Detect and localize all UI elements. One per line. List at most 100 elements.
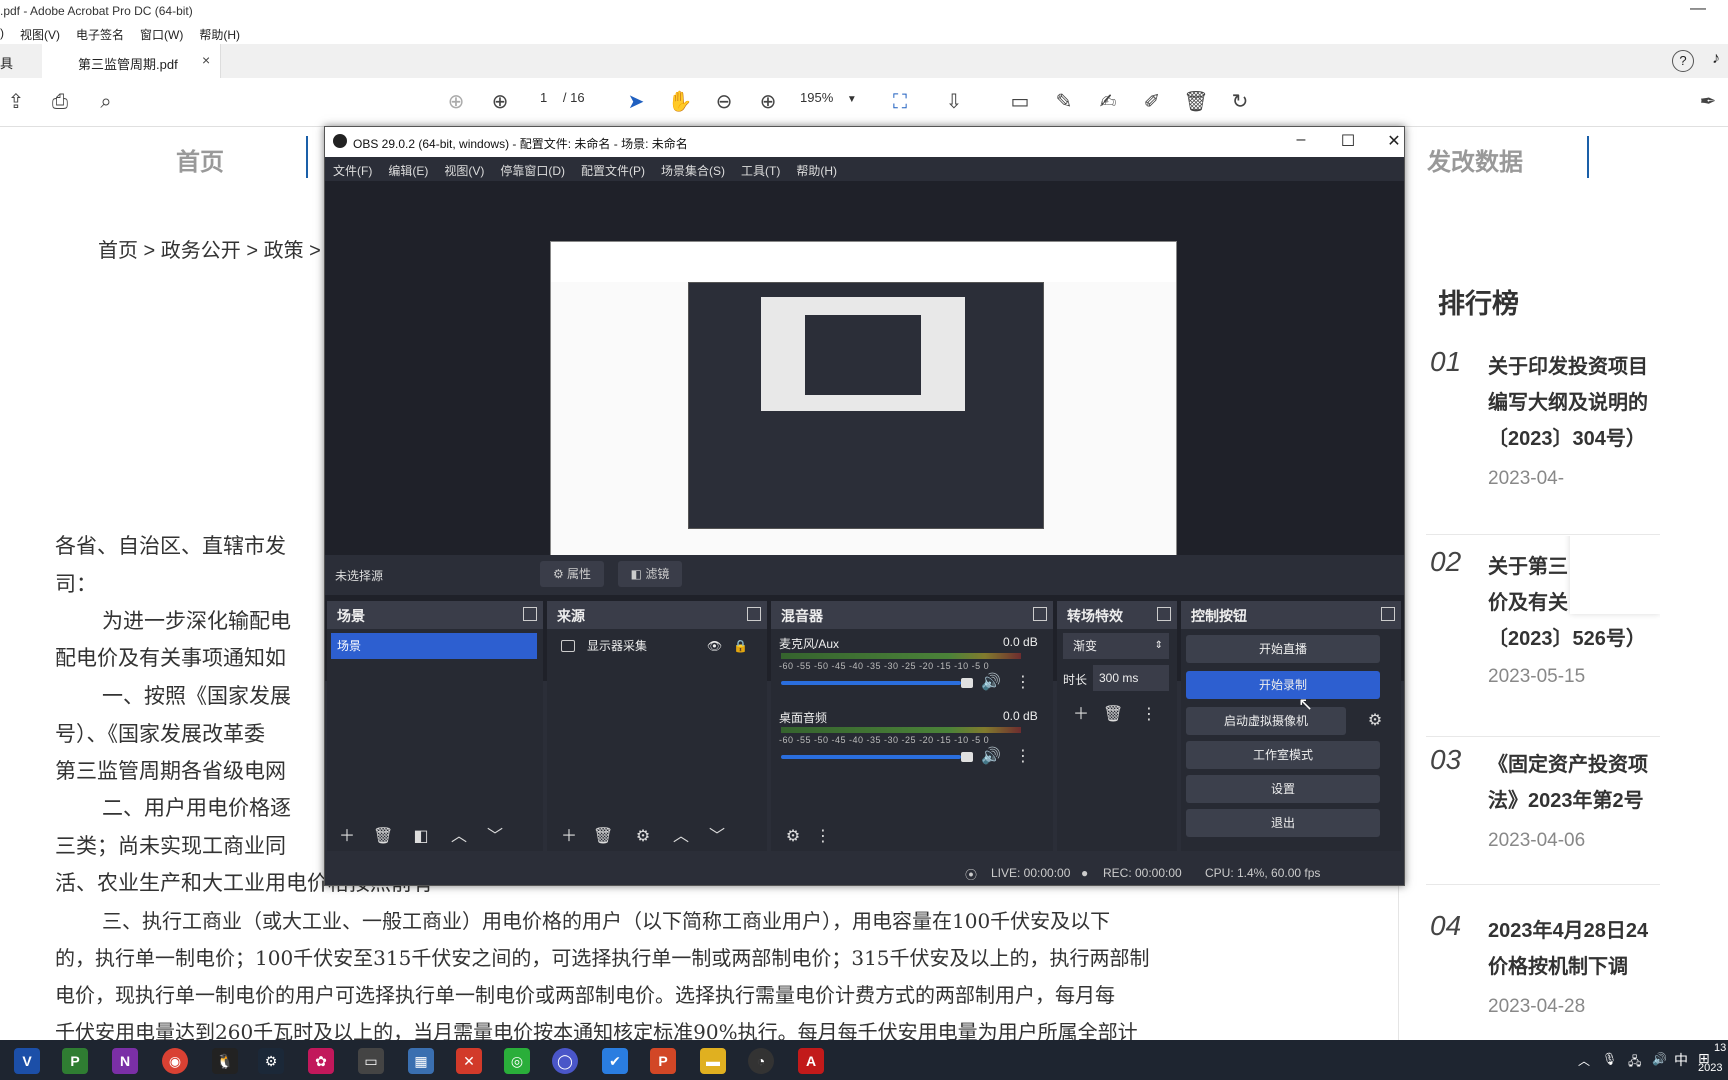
move-up-icon[interactable]: ︿ (671, 827, 691, 847)
xmind-icon[interactable]: ✕ (456, 1048, 482, 1074)
obs-menu-edit[interactable]: 编辑(E) (380, 157, 436, 181)
source-item[interactable]: 显示器采集 👁 🔒 (551, 633, 761, 659)
help-icon[interactable]: ? (1672, 50, 1694, 72)
redo-icon[interactable]: ↻ (1226, 88, 1254, 116)
todo-icon[interactable]: ✔ (602, 1048, 628, 1074)
scene-item[interactable]: 场景 (331, 633, 537, 659)
preview-canvas[interactable] (550, 241, 1177, 593)
visio-icon[interactable]: V (14, 1048, 40, 1074)
move-down-icon[interactable]: ﹀ (485, 827, 505, 847)
page-indicator[interactable]: 1 / 16 (530, 90, 600, 112)
more-icon[interactable]: ⋮ (1013, 673, 1033, 693)
share-icon[interactable]: ✒ (1694, 88, 1722, 116)
trash-icon[interactable]: 🗑 (593, 827, 613, 847)
start-virtualcam-button[interactable]: 启动虚拟摄像机 (1186, 707, 1346, 735)
gear-icon[interactable]: ⚙ (633, 827, 653, 847)
qq-icon[interactable]: 🐧 (212, 1048, 238, 1074)
desktop-volume-slider[interactable] (781, 755, 961, 759)
tray-volume-icon[interactable]: 🔊 (1652, 1052, 1667, 1066)
move-down-icon[interactable]: ﹀ (707, 827, 727, 847)
undock-icon[interactable] (1033, 607, 1047, 621)
more-icon[interactable]: ⋮ (1013, 747, 1033, 767)
bell-icon[interactable]: ♪ (1712, 50, 1720, 68)
transition-select[interactable]: 渐变 ⇕ (1063, 633, 1169, 659)
minimize-icon[interactable]: – (1286, 131, 1316, 149)
tray-mic-icon[interactable]: 🎙 (1602, 1052, 1617, 1066)
select-cursor-icon[interactable]: ➤ (622, 88, 650, 116)
obs-menu-help[interactable]: 帮助(H) (788, 157, 845, 181)
file-explorer-icon[interactable]: ▬ (700, 1048, 726, 1074)
obs-menu-tools[interactable]: 工具(T) (733, 157, 788, 181)
delete-icon[interactable]: 🗑 (1182, 88, 1210, 116)
fit-page-icon[interactable]: ⛶ (886, 88, 914, 116)
terminal-icon[interactable]: ▭ (358, 1048, 384, 1074)
undock-icon[interactable] (747, 607, 761, 621)
highlight-pen-icon[interactable]: ✎ (1050, 88, 1078, 116)
prev-page-icon[interactable]: ⊕ (442, 88, 470, 116)
steam-icon[interactable]: ⚙ (258, 1048, 284, 1074)
exit-button[interactable]: 退出 (1186, 809, 1380, 837)
obs-menu-profile[interactable]: 配置文件(P) (573, 157, 653, 181)
next-page-icon[interactable]: ⊕ (486, 88, 514, 116)
duration-input[interactable]: 300 ms (1093, 665, 1169, 691)
minimize-icon[interactable]: — (1690, 0, 1706, 18)
comment-icon[interactable]: ▭ (1006, 88, 1034, 116)
undock-icon[interactable] (1381, 607, 1395, 621)
wechat-icon[interactable]: ◎ (504, 1048, 530, 1074)
ranking-item[interactable]: 02 关于第三 价及有关 〔2023〕526号） 2023-05-15 (1426, 536, 1660, 737)
app-icon[interactable]: ✿ (308, 1048, 334, 1074)
obs-taskbar-icon[interactable]: ◔ (748, 1048, 774, 1074)
floating-widget[interactable] (1570, 536, 1660, 614)
properties-button[interactable]: ⚙ 属性 (540, 561, 604, 587)
speaker-icon[interactable]: 🔊 (981, 747, 1001, 767)
tools-tab-partial[interactable]: 具 (0, 53, 13, 72)
project-icon[interactable]: P (62, 1048, 88, 1074)
obs-menu-scenecollection[interactable]: 场景集合(S) (653, 157, 733, 181)
desktop-volume-knob[interactable] (961, 752, 973, 762)
zoom-search-icon[interactable]: ⌕ (92, 88, 120, 116)
add-icon[interactable]: ＋ (559, 827, 579, 847)
add-icon[interactable]: ＋ (337, 827, 357, 847)
close-tab-icon[interactable]: × (202, 52, 210, 68)
undock-icon[interactable] (523, 607, 537, 621)
edit-pdf-icon[interactable]: ✐ (1138, 88, 1166, 116)
filter-icon[interactable]: ◧ (411, 827, 431, 847)
trash-icon[interactable]: 🗑 (1103, 705, 1123, 725)
mic-volume-knob[interactable] (961, 678, 973, 688)
hand-icon[interactable]: ✋ (666, 88, 694, 116)
menu-view[interactable]: 视图(V) (12, 22, 68, 44)
menu-esign[interactable]: 电子签名 (68, 22, 132, 44)
zoom-dropdown[interactable]: 195% ▼ (800, 90, 870, 112)
acrobat-taskbar-icon[interactable]: A (798, 1048, 824, 1074)
zoom-out-icon[interactable]: ⊖ (710, 88, 738, 116)
trash-icon[interactable]: 🗑 (373, 827, 393, 847)
start-recording-button[interactable]: 开始录制 (1186, 671, 1380, 699)
app-circle-icon[interactable]: ◯ (552, 1048, 578, 1074)
advanced-audio-icon[interactable]: ⚙ (783, 827, 803, 847)
add-icon[interactable]: ＋ (1071, 705, 1091, 725)
gear-icon[interactable]: ⚙ (1365, 711, 1385, 731)
print-icon[interactable]: ⎙ (46, 88, 74, 116)
more-icon[interactable]: ⋮ (813, 827, 833, 847)
tray-chevron-icon[interactable]: ︿ (1578, 1052, 1590, 1069)
ranking-item[interactable]: 03 《固定资产投资项 法》2023年第2号 2023-04-06 (1426, 744, 1660, 885)
clock-time[interactable]: 13 (1714, 1042, 1726, 1054)
maximize-icon[interactable]: ☐ (1333, 131, 1363, 151)
chrome-icon[interactable]: ◉ (162, 1048, 188, 1074)
lock-icon[interactable]: 🔒 (733, 633, 748, 659)
sign-icon[interactable]: ✍ (1094, 88, 1122, 116)
settings-button[interactable]: 设置 (1186, 775, 1380, 803)
more-icon[interactable]: ⋮ (1139, 705, 1159, 725)
page-current[interactable]: 1 (540, 90, 547, 105)
speaker-icon[interactable]: 🔊 (981, 673, 1001, 693)
mic-volume-slider[interactable] (781, 681, 961, 685)
ime-indicator[interactable]: 中 (1674, 1050, 1688, 1070)
clock-date[interactable]: 2023 (1698, 1062, 1722, 1074)
nav-data[interactable]: 发改数据 (1427, 142, 1523, 177)
studio-mode-button[interactable]: 工作室模式 (1186, 741, 1380, 769)
document-tab[interactable]: 第三监管周期.pdf × (42, 44, 221, 78)
start-streaming-button[interactable]: 开始直播 (1186, 635, 1380, 663)
menu-item-partial[interactable]: ) (0, 22, 12, 44)
breadcrumb[interactable]: 首页 > 政务公开 > 政策 > (98, 234, 321, 263)
powerpoint-icon[interactable]: P (650, 1048, 676, 1074)
